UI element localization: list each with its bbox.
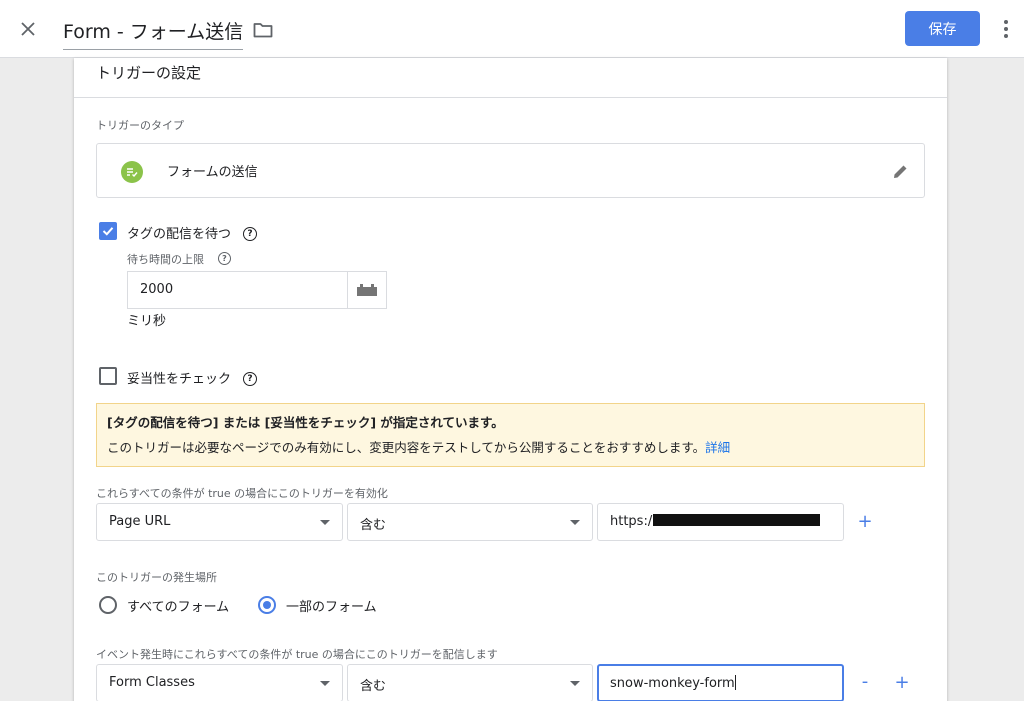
redacted-block bbox=[653, 514, 821, 526]
some-forms-label: 一部のフォーム bbox=[286, 600, 377, 615]
enable-operator-value: 含む bbox=[360, 518, 387, 533]
fire-value-text: snow-monkey-form bbox=[610, 676, 735, 691]
fire-conditions-label: イベント発生時にこれらすべての条件が true の場合にこのトリガーを配信します bbox=[96, 648, 498, 661]
notice-body: このトリガーは必要なページでのみ有効にし、変更内容をテストしてから公開することを… bbox=[107, 437, 914, 456]
check-validation-label: 妥当性をチェック bbox=[127, 372, 232, 387]
trigger-type-name: フォームの送信 bbox=[167, 165, 258, 180]
top-bar: Form - フォーム送信 保存 bbox=[0, 0, 1024, 58]
help-icon[interactable]: ? bbox=[218, 252, 231, 265]
trigger-type-label: トリガーのタイプ bbox=[96, 119, 184, 132]
max-wait-label: 待ち時間の上限 bbox=[127, 253, 204, 266]
card-title: トリガーの設定 bbox=[96, 64, 202, 82]
add-condition-button[interactable]: + bbox=[894, 672, 910, 693]
learn-more-link[interactable]: 詳細 bbox=[705, 440, 730, 455]
trigger-config-card: トリガーの設定 トリガーのタイプ フォームの送信 タグの配信を待つ ? 待ち時間… bbox=[74, 58, 947, 701]
enable-variable-select[interactable]: Page URL bbox=[96, 503, 343, 541]
wait-for-tags-checkbox[interactable] bbox=[99, 222, 117, 240]
chevron-down-icon bbox=[570, 520, 580, 525]
fire-operator-value: 含む bbox=[360, 679, 387, 694]
wait-unit: ミリ秒 bbox=[127, 314, 167, 329]
enable-variable-value: Page URL bbox=[109, 514, 171, 529]
fire-variable-value: Form Classes bbox=[109, 675, 195, 690]
save-button[interactable]: 保存 bbox=[905, 11, 980, 46]
variable-picker-icon[interactable] bbox=[347, 271, 387, 309]
form-submission-icon bbox=[121, 161, 143, 183]
folder-icon[interactable] bbox=[251, 18, 275, 42]
page-title[interactable]: Form - フォーム送信 bbox=[63, 17, 244, 50]
trigger-type-selector[interactable]: フォームの送信 bbox=[96, 143, 925, 198]
notice-text: このトリガーは必要なページでのみ有効にし、変更内容をテストしてから公開することを… bbox=[107, 440, 706, 455]
warning-notice: [タグの配信を待つ] または [妥当性をチェック] が指定されています。 このト… bbox=[96, 403, 925, 467]
enable-value-text: https:/ bbox=[610, 514, 653, 529]
add-condition-button[interactable]: + bbox=[857, 511, 873, 532]
pencil-icon[interactable] bbox=[890, 161, 910, 181]
all-forms-radio[interactable] bbox=[99, 596, 117, 614]
check-validation-checkbox[interactable] bbox=[99, 367, 117, 385]
enable-operator-select[interactable]: 含む bbox=[347, 503, 593, 541]
some-forms-radio[interactable] bbox=[258, 596, 276, 614]
enable-conditions-label: これらすべての条件が true の場合にこのトリガーを有効化 bbox=[96, 487, 388, 500]
all-forms-label: すべてのフォーム bbox=[127, 600, 230, 615]
chevron-down-icon bbox=[320, 520, 330, 525]
divider bbox=[74, 97, 947, 98]
chevron-down-icon bbox=[570, 681, 580, 686]
fires-on-label: このトリガーの発生場所 bbox=[96, 571, 217, 584]
enable-value-input[interactable]: https:/ bbox=[597, 503, 844, 541]
max-wait-input[interactable]: 2000 bbox=[127, 271, 347, 309]
more-options-icon[interactable] bbox=[996, 17, 1016, 41]
help-icon[interactable]: ? bbox=[243, 227, 257, 241]
chevron-down-icon bbox=[320, 681, 330, 686]
help-icon[interactable]: ? bbox=[243, 372, 257, 386]
remove-condition-button[interactable]: - bbox=[857, 671, 873, 692]
close-icon[interactable] bbox=[16, 17, 40, 41]
fire-value-input[interactable]: snow-monkey-form bbox=[597, 664, 844, 701]
text-cursor bbox=[734, 675, 736, 690]
fire-operator-select[interactable]: 含む bbox=[347, 664, 593, 701]
wait-for-tags-label: タグの配信を待つ bbox=[127, 227, 232, 242]
notice-title: [タグの配信を待つ] または [妥当性をチェック] が指定されています。 bbox=[107, 415, 504, 430]
fire-variable-select[interactable]: Form Classes bbox=[96, 664, 343, 701]
